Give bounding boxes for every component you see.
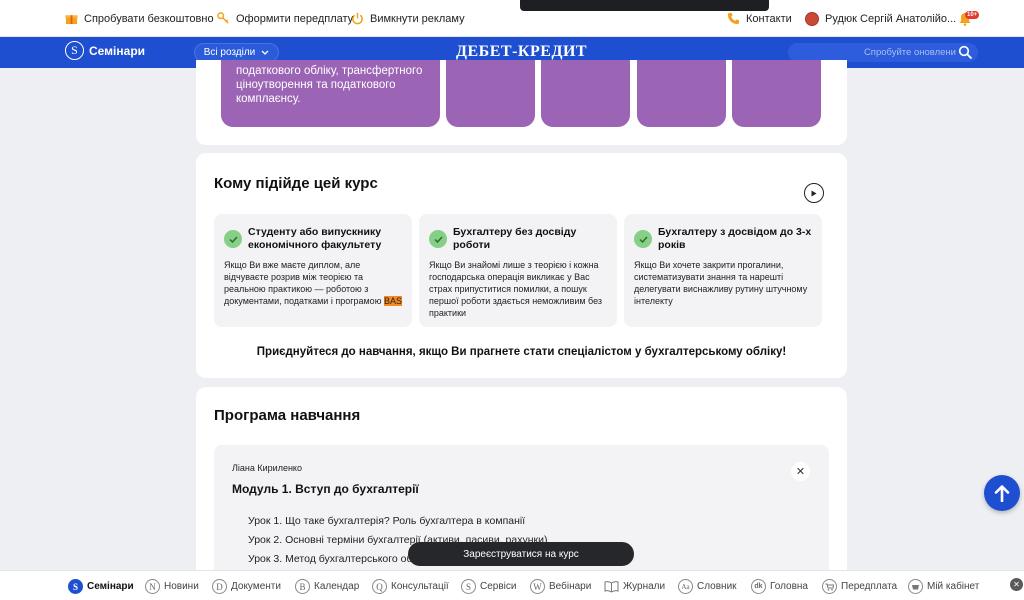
bottom-nav-cabinet[interactable]: Мій кабінет xyxy=(908,579,979,594)
scroll-top-button[interactable] xyxy=(984,475,1020,511)
contacts-link[interactable]: Контакти xyxy=(727,12,792,25)
audience-item: Бухгалтеру з досвідом до 3-х років Якщо … xyxy=(624,214,822,327)
lesson-item[interactable]: Урок 3. Метод бухгалтерського обліку xyxy=(248,553,430,565)
all-sections-label: Всі розділи xyxy=(203,47,256,58)
bottom-nav-subscription[interactable]: Передплата xyxy=(822,579,897,594)
play-arrow-icon xyxy=(811,190,817,196)
overlay-tab xyxy=(520,0,769,11)
bottom-nav-label: Сервіси xyxy=(480,581,517,592)
top-bar: Спробувати безкоштовно Оформити передпла… xyxy=(0,0,1024,37)
highlight-bas: BAS xyxy=(383,296,402,306)
chevron-down-icon xyxy=(261,50,269,55)
audience-item-title: Бухгалтеру з досвідом до 3-х років xyxy=(658,226,812,251)
try-free-link[interactable]: Спробувати безкоштовно xyxy=(65,12,214,25)
bottom-nav-consultations[interactable]: Q Консультації xyxy=(372,579,449,594)
bottom-nav-webinars[interactable]: W Вебінари xyxy=(530,579,591,594)
next-button[interactable] xyxy=(804,183,824,203)
site-logo[interactable]: ДЕБЕТ-КРЕДИТ xyxy=(456,43,587,61)
bottom-nav-label: Вебінари xyxy=(549,581,592,592)
close-icon: ✕ xyxy=(795,466,806,478)
check-icon xyxy=(634,230,652,248)
home-dk-icon: dk xyxy=(751,579,766,594)
topic-tile xyxy=(732,60,821,127)
register-button[interactable]: Зареєструватися на курс xyxy=(408,542,634,566)
search-icon[interactable] xyxy=(958,45,973,60)
bottom-nav-label: Головна xyxy=(770,581,808,592)
topic-tile xyxy=(446,60,535,127)
cart-icon xyxy=(822,579,837,594)
section-title: Семінари xyxy=(89,43,146,58)
bottom-nav-home[interactable]: dk Головна xyxy=(751,579,808,594)
bottom-nav-calendar[interactable]: B Календар xyxy=(295,579,359,594)
bottom-nav-journals[interactable]: Журнали xyxy=(604,579,665,594)
subscribe-label: Оформити передплату xyxy=(236,12,354,25)
bottom-nav-label: Консультації xyxy=(391,581,449,592)
bottom-nav-label: Мій кабінет xyxy=(927,581,980,592)
key-icon xyxy=(217,12,229,24)
bottom-nav-label: Словник xyxy=(697,581,737,592)
arrow-up-icon xyxy=(994,485,1010,502)
close-bottom-nav-button[interactable]: ✕ xyxy=(1010,578,1023,591)
search-placeholder: Спробуйте оновлени xyxy=(863,47,956,58)
topic-tile-text: податкового обліку, трансфертного ціноут… xyxy=(236,65,423,105)
audience-item: Бухгалтеру без досвіду роботи Якщо Ви зн… xyxy=(419,214,617,327)
disable-ads-link[interactable]: Вимкнути рекламу xyxy=(351,12,465,25)
check-icon xyxy=(224,230,242,248)
bottom-nav: S Семінари N Новини D Документи B Календар Q… xyxy=(0,570,1024,600)
bottom-nav-label: Семінари xyxy=(87,581,134,592)
user-menu[interactable]: Рудюк Сергій Анатолійо... xyxy=(805,12,956,26)
bottom-nav-news[interactable]: N Новини xyxy=(145,579,199,594)
join-callout: Приєднуйтеся до навчання, якщо Ви прагне… xyxy=(256,346,787,358)
section-brand[interactable]: S Семінари xyxy=(65,41,145,60)
bottom-nav-dictionary[interactable]: Aa Словник xyxy=(678,579,737,594)
gift-icon xyxy=(65,15,78,25)
seminars-icon: S xyxy=(68,579,83,594)
documents-icon: D xyxy=(212,579,227,594)
subscribe-link[interactable]: Оформити передплату xyxy=(217,12,353,25)
audience-item-desc: Якщо Ви знайомі лише з теорією і кожна г… xyxy=(429,260,603,318)
bottom-nav-label: Календар xyxy=(314,581,360,592)
close-icon: ✕ xyxy=(1013,580,1020,589)
audience-heading: Кому підійде цей курс xyxy=(214,175,378,192)
news-icon: N xyxy=(145,579,160,594)
consultations-icon: Q xyxy=(372,579,387,594)
audience-item-title: Бухгалтеру без досвіду роботи xyxy=(453,226,577,251)
contacts-label: Контакти xyxy=(746,12,792,25)
disable-ads-label: Вимкнути рекламу xyxy=(370,12,465,25)
power-icon xyxy=(352,12,363,25)
bottom-nav-label: Документи xyxy=(231,581,281,592)
phone-icon xyxy=(727,12,740,25)
bottom-nav-seminars[interactable]: S Семінари xyxy=(68,579,134,594)
check-icon xyxy=(429,230,447,248)
try-free-label: Спробувати безкоштовно xyxy=(84,12,214,25)
audience-item-desc: Якщо Ви вже маєте диплом, але відчуваєте… xyxy=(224,259,402,307)
calendar-icon: B xyxy=(295,579,310,594)
user-name: Рудюк Сергій Анатолійо... xyxy=(825,13,957,25)
notification-badge: 10+ xyxy=(965,11,980,19)
bottom-nav-label: Новини xyxy=(164,581,199,592)
audience-item-desc-text: Якщо Ви вже маєте диплом, але відчуваєте… xyxy=(224,260,384,306)
webinars-icon: W xyxy=(530,579,545,594)
avatar xyxy=(805,12,819,26)
cup-icon xyxy=(908,579,923,594)
audience-item: Студенту або випускнику економічного фак… xyxy=(214,214,412,327)
bottom-nav-label: Передплата xyxy=(841,581,898,592)
module-title: Модуль 1. Вступ до бухгалтерії xyxy=(232,482,419,496)
seminars-logo-icon: S xyxy=(65,41,84,60)
topic-tile xyxy=(637,60,726,127)
topic-tile-main: податкового обліку, трансфертного ціноут… xyxy=(221,60,440,127)
module-author: Ліана Кириленко xyxy=(232,463,302,473)
program-heading: Програма навчання xyxy=(214,407,361,424)
bottom-nav-services[interactable]: S Сервіси xyxy=(461,579,516,594)
audience-item-desc: Якщо Ви хочете закрити прогалини, систем… xyxy=(634,260,808,306)
bottom-nav-label: Журнали xyxy=(623,581,666,592)
services-icon: S xyxy=(461,579,476,594)
audience-item-title: Студенту або випускнику економічного фак… xyxy=(248,226,382,251)
book-icon xyxy=(604,581,619,593)
bottom-nav-documents[interactable]: D Документи xyxy=(212,579,281,594)
dictionary-icon: Aa xyxy=(678,579,693,594)
topic-tile xyxy=(541,60,630,127)
collapse-module-button[interactable]: ✕ xyxy=(791,462,810,481)
lesson-item[interactable]: Урок 1. Що таке бухгалтерія? Роль бухгал… xyxy=(248,515,525,527)
